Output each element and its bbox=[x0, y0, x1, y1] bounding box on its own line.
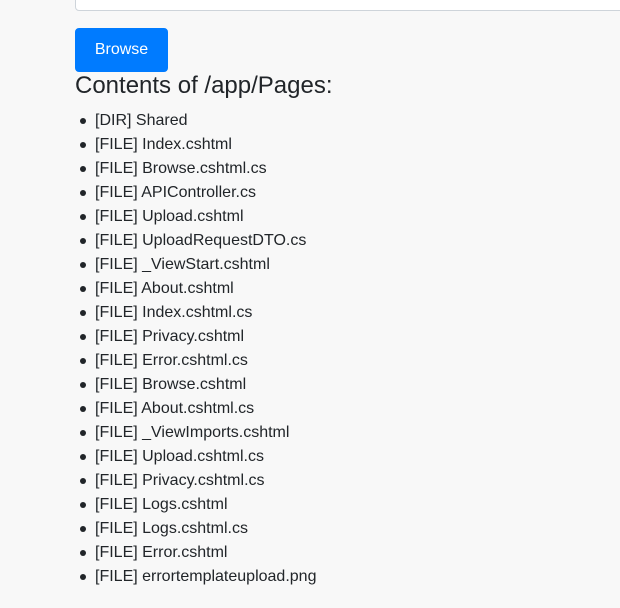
directory-browser-page: Browse Contents of /app/Pages: [DIR] Sha… bbox=[0, 0, 620, 608]
bullet-icon bbox=[80, 478, 86, 484]
list-item: [DIR] Shared bbox=[80, 109, 316, 133]
entry-label: [FILE] Browse.cshtml bbox=[95, 376, 247, 393]
directory-listing: [DIR] Shared [FILE] Index.cshtml [FILE] … bbox=[80, 109, 317, 589]
entry-label: [FILE] APIController.cs bbox=[95, 184, 256, 201]
entry-label: [FILE] Privacy.cshtml.cs bbox=[95, 472, 265, 489]
bullet-icon bbox=[80, 454, 86, 460]
list-item: [FILE] Error.cshtml bbox=[80, 541, 316, 565]
list-item: [FILE] Logs.cshtml.cs bbox=[80, 517, 316, 541]
entry-label: [FILE] Upload.cshtml bbox=[95, 208, 244, 225]
bullet-icon bbox=[80, 286, 86, 292]
entry-label: [FILE] Logs.cshtml bbox=[95, 496, 228, 513]
bullet-icon bbox=[80, 574, 86, 580]
entry-label: [FILE] Logs.cshtml.cs bbox=[95, 520, 248, 537]
entry-label: [FILE] Browse.cshtml.cs bbox=[95, 160, 267, 177]
entry-label: [FILE] Index.cshtml bbox=[95, 136, 232, 153]
entry-label: [FILE] Upload.cshtml.cs bbox=[95, 448, 264, 465]
bullet-icon bbox=[80, 190, 86, 196]
list-item: [FILE] About.cshtml bbox=[80, 277, 316, 301]
bullet-icon bbox=[80, 142, 86, 148]
list-item: [FILE] errortemplateupload.png bbox=[80, 565, 317, 589]
list-item: [FILE] APIController.cs bbox=[80, 181, 316, 205]
bullet-icon bbox=[80, 358, 86, 364]
entry-label: [FILE] errortemplateupload.png bbox=[95, 568, 317, 585]
entry-label: [FILE] _ViewImports.cshtml bbox=[95, 424, 290, 441]
bullet-icon bbox=[80, 310, 86, 316]
entry-label: [FILE] Error.cshtml bbox=[95, 544, 228, 561]
list-item: [FILE] Error.cshtml.cs bbox=[80, 349, 316, 373]
bullet-icon bbox=[80, 526, 86, 532]
bullet-icon bbox=[80, 430, 86, 436]
list-item: [FILE] Browse.cshtml.cs bbox=[80, 157, 316, 181]
bullet-icon bbox=[80, 382, 86, 388]
list-item: [FILE] _ViewStart.cshtml bbox=[80, 253, 316, 277]
list-item: [FILE] Index.cshtml.cs bbox=[80, 301, 316, 325]
bullet-icon bbox=[80, 262, 86, 268]
entry-label: [FILE] _ViewStart.cshtml bbox=[95, 256, 270, 273]
bullet-icon bbox=[80, 334, 86, 340]
directory-heading: Contents of /app/Pages: bbox=[75, 72, 333, 99]
list-item: [FILE] About.cshtml.cs bbox=[80, 397, 316, 421]
bullet-icon bbox=[80, 166, 86, 172]
entry-label: [FILE] UploadRequestDTO.cs bbox=[95, 232, 307, 249]
bullet-icon bbox=[80, 502, 86, 508]
list-item: [FILE] Upload.cshtml.cs bbox=[80, 445, 316, 469]
entry-label: [FILE] About.cshtml bbox=[95, 280, 234, 297]
list-item: [FILE] UploadRequestDTO.cs bbox=[80, 229, 316, 253]
list-item: [FILE] Logs.cshtml bbox=[80, 493, 316, 517]
list-item: [FILE] Index.cshtml bbox=[80, 133, 316, 157]
list-item: [FILE] Upload.cshtml bbox=[80, 205, 316, 229]
list-item: [FILE] Browse.cshtml bbox=[80, 373, 316, 397]
bullet-icon bbox=[80, 550, 86, 556]
entry-label: [FILE] Index.cshtml.cs bbox=[95, 304, 253, 321]
bullet-icon bbox=[80, 238, 86, 244]
list-item: [FILE] _ViewImports.cshtml bbox=[80, 421, 316, 445]
bullet-icon bbox=[80, 214, 86, 220]
list-item: [FILE] Privacy.cshtml.cs bbox=[80, 469, 316, 493]
list-item: [FILE] Privacy.cshtml bbox=[80, 325, 316, 349]
entry-label: [FILE] About.cshtml.cs bbox=[95, 400, 255, 417]
entry-label: [FILE] Error.cshtml.cs bbox=[95, 352, 248, 369]
bullet-icon bbox=[80, 118, 86, 124]
browse-button[interactable]: Browse bbox=[75, 28, 168, 72]
path-input[interactable] bbox=[75, 0, 620, 11]
entry-label: [FILE] Privacy.cshtml bbox=[95, 328, 245, 345]
bullet-icon bbox=[80, 406, 86, 412]
entry-label: [DIR] Shared bbox=[95, 112, 188, 129]
